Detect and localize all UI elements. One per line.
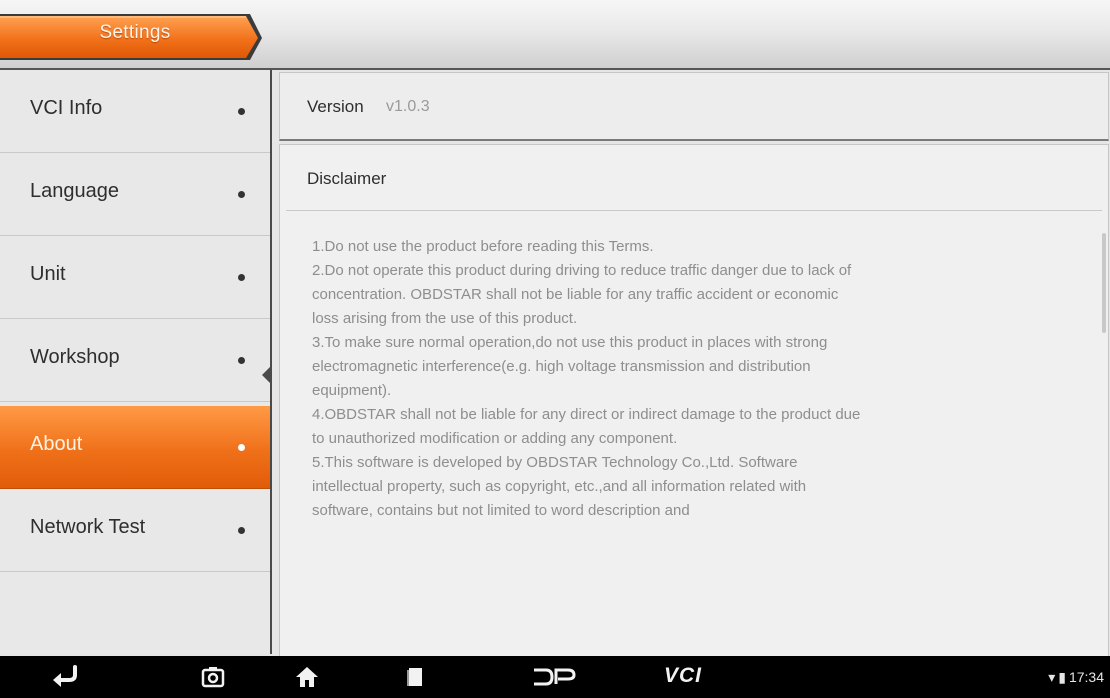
disclaimer-line: to unauthorized modification or adding a… [312, 430, 678, 447]
sidebar-item-label: Unit [30, 263, 66, 285]
version-label: Version [307, 97, 364, 116]
disclaimer-title: Disclaimer [307, 169, 387, 188]
scrollbar[interactable] [1102, 233, 1106, 333]
breadcrumb-settings[interactable]: Settings [0, 8, 262, 60]
disclaimer-line: equipment). [312, 382, 392, 399]
dp-button[interactable] [518, 656, 588, 698]
system-nav-bar: VCI ▾ ▮ 17:34 [0, 656, 1110, 698]
disclaimer-line: loss arising from the use of this produc… [312, 310, 578, 327]
home-button[interactable] [282, 656, 332, 698]
disclaimer-line: 2.Do not operate this product during dri… [312, 262, 852, 279]
sidebar-item-network-test[interactable]: Network Test [0, 489, 270, 572]
sidebar-item-unit[interactable]: Unit [0, 236, 270, 319]
recent-apps-button[interactable] [390, 656, 440, 698]
sidebar-item-language[interactable]: Language [0, 153, 270, 236]
sidebar-item-label: Network Test [30, 516, 146, 538]
sidebar-item-workshop[interactable]: Workshop [0, 319, 270, 402]
disclaimer-line: electromagnetic interference(e.g. high v… [312, 358, 811, 375]
back-icon [53, 665, 77, 687]
version-value: v1.0.3 [386, 98, 430, 115]
clock: 17:34 [1068, 669, 1104, 685]
disclaimer-text: 1.Do not use the product before reading … [312, 235, 1082, 523]
disclaimer-line: software, contains but not limited to wo… [312, 502, 690, 519]
disclaimer-card[interactable]: Disclaimer 1.Do not use the product befo… [279, 144, 1109, 658]
sidebar-item-label: Workshop [30, 346, 120, 368]
disclaimer-line: 5.This software is developed by OBDSTAR … [312, 454, 798, 471]
divider [286, 210, 1102, 211]
sidebar-item-label: Language [30, 180, 119, 202]
vci-icon: VCI [664, 664, 703, 687]
disclaimer-line: concentration. OBDSTAR shall not be liab… [312, 286, 839, 303]
dp-icon [534, 668, 576, 686]
home-icon [296, 667, 318, 687]
screenshot-button[interactable] [188, 656, 238, 698]
disclaimer-line: 4.OBDSTAR shall not be liable for any di… [312, 406, 861, 423]
active-item-pointer [262, 366, 271, 384]
breadcrumb-label: Settings [99, 22, 171, 43]
bullet-icon [238, 527, 245, 534]
screenshot-icon [201, 667, 225, 688]
sidebar-item-label: VCI Info [30, 97, 103, 119]
bullet-icon [238, 108, 245, 115]
disclaimer-line: intellectual property, such as copyright… [312, 478, 807, 495]
vci-button[interactable]: VCI [654, 656, 714, 698]
title-bar: Settings [0, 0, 1110, 70]
recent-apps-icon [407, 668, 422, 686]
version-card: Version v1.0.3 [279, 72, 1109, 141]
sidebar-item-about[interactable]: About [0, 406, 270, 489]
battery-icon: ▮ [1058, 669, 1066, 685]
disclaimer-line: 3.To make sure normal operation,do not u… [312, 334, 828, 351]
bullet-icon [238, 357, 245, 364]
sidebar: VCI Info Language Unit Workshop About Ne… [0, 70, 272, 654]
sidebar-item-vci-info[interactable]: VCI Info [0, 70, 270, 153]
bullet-icon [238, 191, 245, 198]
bullet-icon [238, 444, 245, 451]
disclaimer-line: 1.Do not use the product before reading … [312, 238, 654, 255]
status-area: ▾ ▮ 17:34 [1045, 669, 1104, 686]
sidebar-item-label: About [30, 433, 83, 455]
bullet-icon [238, 274, 245, 281]
wifi-icon: ▾ [1048, 669, 1056, 685]
back-button[interactable] [40, 656, 90, 698]
